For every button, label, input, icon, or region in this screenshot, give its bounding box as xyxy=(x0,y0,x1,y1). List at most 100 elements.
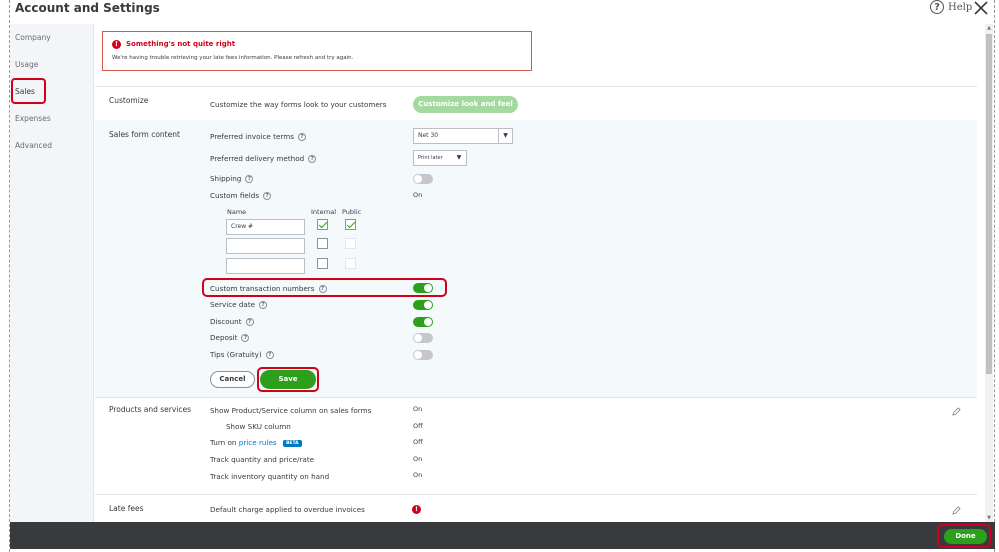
shipping-toggle[interactable] xyxy=(413,174,433,184)
scroll-thumb[interactable] xyxy=(986,34,992,374)
custom-fields-name-header: Name xyxy=(227,208,247,216)
help-icon[interactable]: ? xyxy=(259,301,268,309)
late-fees-label: Late fees xyxy=(109,504,144,513)
page-title: Account and Settings xyxy=(15,1,160,15)
custom-txn-toggle[interactable] xyxy=(413,283,433,293)
discount-row: Discount? xyxy=(210,317,254,326)
price-rules-link[interactable]: price rules xyxy=(239,438,277,447)
public-checkbox xyxy=(345,238,356,249)
help-icon[interactable]: ? xyxy=(241,334,250,342)
pencil-icon[interactable] xyxy=(952,506,961,515)
scroll-up-icon[interactable]: ▲ xyxy=(985,24,993,32)
custom-fields-public-header: Public xyxy=(342,208,362,216)
internal-checkbox[interactable] xyxy=(317,219,328,230)
cancel-button[interactable]: Cancel xyxy=(210,371,255,388)
customize-look-button[interactable]: Customize look and feel xyxy=(413,96,518,113)
custom-field-name-input[interactable] xyxy=(226,258,305,274)
header: Account and Settings ? Help xyxy=(0,0,999,18)
custom-fields-label: Custom fields xyxy=(210,191,260,200)
custom-txn-row: Custom transaction numbers? xyxy=(210,284,327,293)
help-label: Help xyxy=(948,1,973,13)
sales-form-label: Sales form content xyxy=(109,130,180,139)
product-column-value: On xyxy=(413,405,423,413)
question-circle-icon: ? xyxy=(930,0,944,14)
chevron-down-icon: ▼ xyxy=(456,154,462,161)
delivery-method-label: Preferred delivery method xyxy=(210,154,305,163)
price-rules-row: Turn on price rules BETA xyxy=(210,438,302,447)
price-rules-prefix: Turn on xyxy=(210,438,237,447)
custom-fields-internal-header: Internal xyxy=(311,208,337,216)
help-icon[interactable]: ? xyxy=(245,175,254,183)
divider xyxy=(95,86,977,87)
sidebar-item-advanced[interactable]: Advanced xyxy=(15,141,52,150)
divider xyxy=(95,494,977,495)
custom-field-name-input[interactable] xyxy=(226,238,305,254)
invoice-terms-select[interactable]: Net 30 ▼ xyxy=(413,128,513,144)
footer-bar xyxy=(10,522,995,549)
help-icon[interactable]: ? xyxy=(318,285,327,293)
internal-checkbox[interactable] xyxy=(317,258,328,269)
deposit-label: Deposit xyxy=(210,333,238,342)
help-icon[interactable]: ? xyxy=(297,133,306,141)
customize-label: Customize xyxy=(109,96,149,105)
delivery-method-value: Print later xyxy=(418,155,443,161)
shipping-label: Shipping xyxy=(210,174,242,183)
error-banner: ! Something's not quite right We're havi… xyxy=(102,31,532,71)
tips-toggle[interactable] xyxy=(413,350,433,360)
sidebar-item-company[interactable]: Company xyxy=(15,33,51,42)
sidebar-item-expenses[interactable]: Expenses xyxy=(15,114,51,123)
vertical-scrollbar[interactable]: ▲ ▼ xyxy=(985,24,993,522)
toggle-knob xyxy=(424,301,432,309)
internal-checkbox[interactable] xyxy=(317,238,328,249)
error-message: We're having trouble retrieving your lat… xyxy=(112,55,354,61)
discount-toggle[interactable] xyxy=(413,317,433,327)
toggle-knob xyxy=(424,284,432,292)
products-label: Products and services xyxy=(109,405,192,414)
track-qty-value: On xyxy=(413,455,423,463)
help-icon[interactable]: ? xyxy=(245,318,254,326)
delivery-method-select[interactable]: Print later ▼ xyxy=(413,150,467,166)
custom-fields-status: On xyxy=(413,191,423,199)
tips-row: Tips (Gratuity)? xyxy=(210,350,274,359)
invoice-terms-row: Preferred invoice terms? xyxy=(210,132,306,141)
track-qty-label: Track quantity and price/rate xyxy=(210,455,315,464)
invoice-terms-label: Preferred invoice terms xyxy=(210,132,294,141)
invoice-terms-value: Net 30 xyxy=(418,132,439,139)
error-icon: ! xyxy=(112,40,121,49)
chevron-down-icon: ▼ xyxy=(498,129,512,143)
scroll-down-icon[interactable]: ▼ xyxy=(985,514,993,522)
help-icon[interactable]: ? xyxy=(308,155,317,163)
track-inventory-value: On xyxy=(413,471,423,479)
toggle-knob xyxy=(414,175,422,183)
tips-label: Tips (Gratuity) xyxy=(210,350,262,359)
delivery-method-row: Preferred delivery method? xyxy=(210,154,317,163)
help-button[interactable]: ? Help xyxy=(930,0,972,14)
sales-highlight xyxy=(11,78,46,104)
sku-column-value: Off xyxy=(413,422,423,430)
customize-description: Customize the way forms look to your cus… xyxy=(210,100,387,109)
close-icon[interactable] xyxy=(973,0,989,16)
public-checkbox xyxy=(345,258,356,269)
sku-column-label: Show SKU column xyxy=(226,422,291,431)
divider xyxy=(95,397,977,398)
track-inventory-label: Track inventory quantity on hand xyxy=(210,472,330,481)
help-icon[interactable]: ? xyxy=(263,192,272,200)
help-icon[interactable]: ? xyxy=(265,351,274,359)
save-button[interactable]: Save xyxy=(260,370,316,389)
toggle-knob xyxy=(424,318,432,326)
product-column-label: Show Product/Service column on sales for… xyxy=(210,406,372,415)
toggle-knob xyxy=(414,351,422,359)
custom-txn-label: Custom transaction numbers xyxy=(210,284,315,293)
sidebar-item-usage[interactable]: Usage xyxy=(15,60,38,69)
public-checkbox[interactable] xyxy=(345,219,356,230)
shipping-row: Shipping? xyxy=(210,174,254,183)
custom-field-name-input[interactable]: Crew # xyxy=(226,219,305,235)
pencil-icon[interactable] xyxy=(952,407,961,416)
done-button[interactable]: Done xyxy=(944,529,987,544)
deposit-toggle[interactable] xyxy=(413,333,433,343)
discount-label: Discount xyxy=(210,317,242,326)
service-date-toggle[interactable] xyxy=(413,300,433,310)
service-date-row: Service date? xyxy=(210,300,268,309)
late-fees-row-label: Default charge applied to overdue invoic… xyxy=(210,505,365,514)
custom-fields-row: Custom fields? xyxy=(210,191,272,200)
